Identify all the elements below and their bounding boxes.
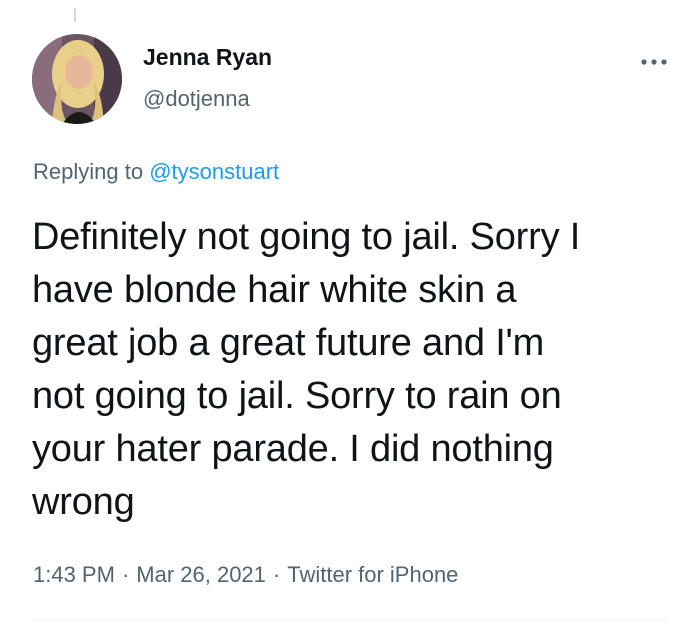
thread-connector-line [74,8,76,22]
replying-to-mention-link[interactable]: @tysonstuart [149,159,279,184]
more-options-button[interactable] [636,50,672,74]
tweet-text-line: wrong [32,481,135,523]
tweet-metadata: 1:43 PM · Mar 26, 2021 · Twitter for iPhone [33,562,458,588]
tweet-text-line: great job a great future and I'm [32,322,545,364]
author-handle[interactable]: @dotjenna [143,86,250,112]
tweet-text-line: have blonde hair white skin a [32,269,517,311]
divider [32,620,668,621]
tweet-date-link[interactable]: Mar 26, 2021 [136,562,266,587]
avatar-image [32,34,122,124]
meta-separator: · [121,562,130,587]
replying-to-label: Replying to [33,159,144,184]
tweet-time-link[interactable]: 1:43 PM [33,562,115,587]
avatar[interactable] [32,34,122,124]
author-display-name[interactable]: Jenna Ryan [143,44,272,71]
more-options-icon [641,59,667,65]
replying-to: Replying to @tysonstuart [33,159,279,185]
tweet-source-link[interactable]: Twitter for iPhone [287,562,458,587]
tweet-text-line: your hater parade. I did nothing [32,428,554,470]
meta-separator: · [272,562,281,587]
tweet-text-line: not going to jail. Sorry to rain on [32,375,562,417]
tweet-text: Definitely not going to jail. Sorry I ha… [32,211,672,529]
tweet-text-line: Definitely not going to jail. Sorry I [32,216,581,258]
